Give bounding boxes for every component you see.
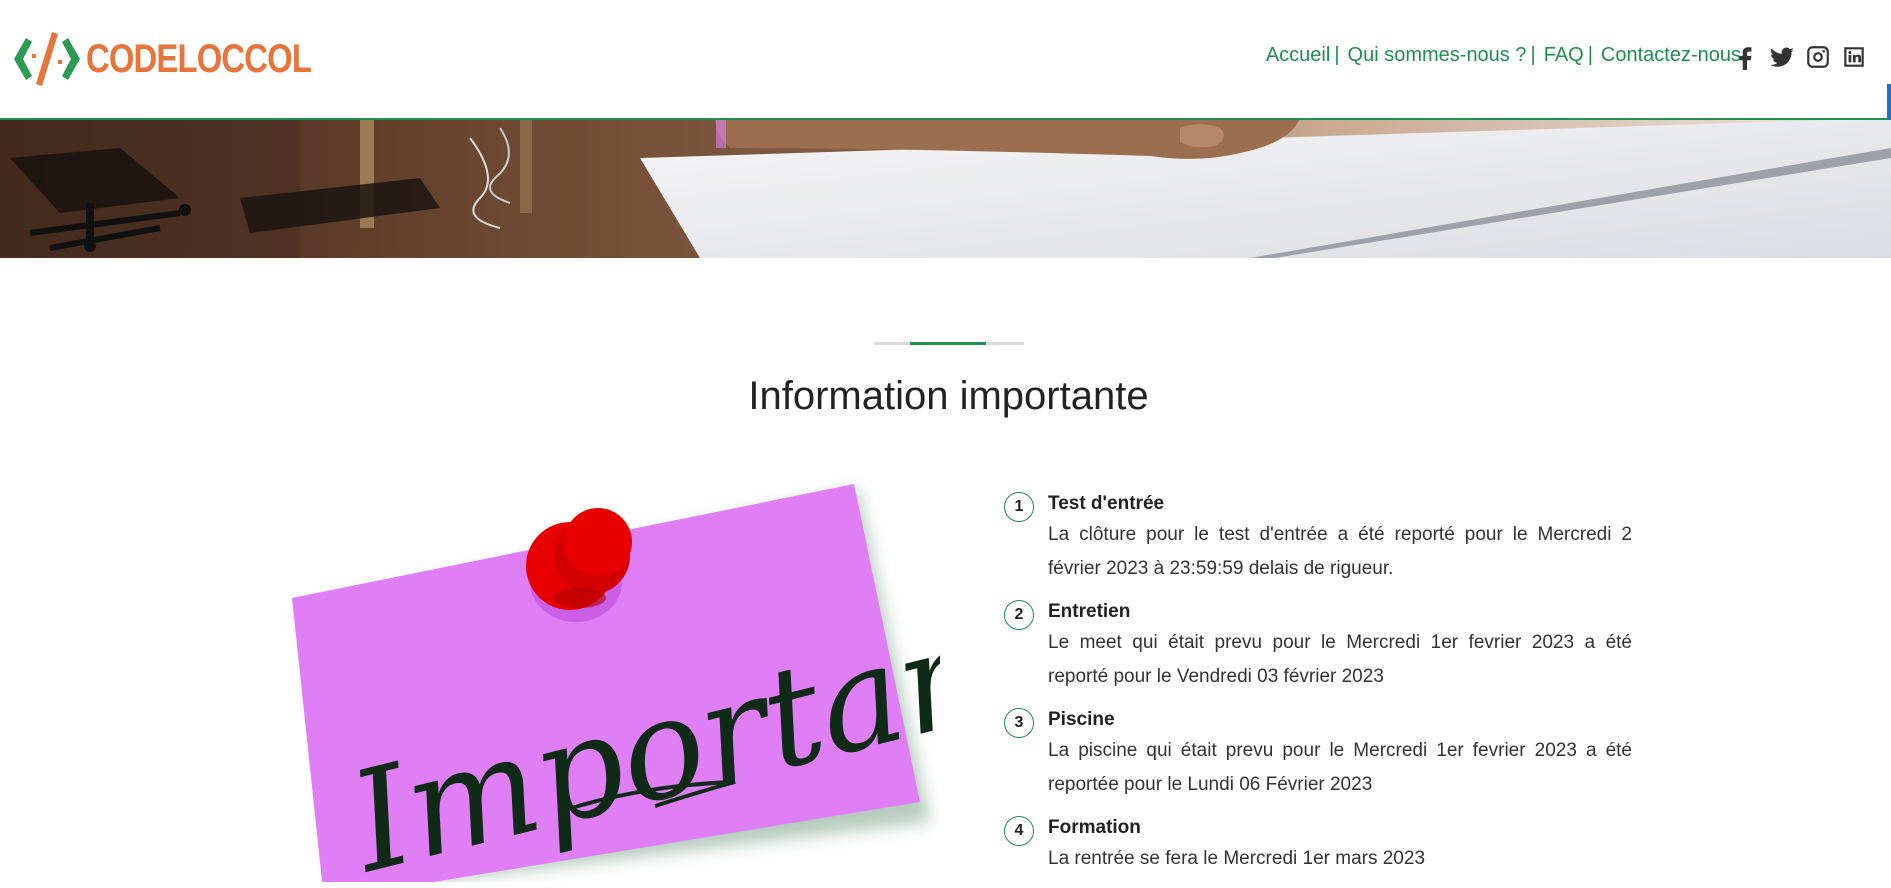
hero-photo	[0, 118, 1891, 258]
info-title: Entretien	[1048, 601, 1131, 622]
nav-separator: |	[1587, 44, 1593, 66]
logo-text: CODELOCCOL	[86, 36, 312, 81]
site-header: CODELOCCOL Accueil | Qui sommes-nous ? |…	[0, 0, 1891, 120]
info-text: La clôture pour le test d'entrée a été r…	[1048, 524, 1632, 579]
info-title: Piscine	[1048, 709, 1115, 730]
info-item-formation: 4 Formation La rentrée se fera le Mercre…	[1002, 814, 1632, 876]
info-title: Test d'entrée	[1048, 493, 1165, 514]
step-number: 1	[1004, 492, 1034, 522]
info-title: Formation	[1048, 817, 1141, 838]
instagram-icon[interactable]	[1805, 44, 1831, 70]
hero-image	[0, 118, 1891, 258]
nav-separator: |	[1334, 44, 1340, 66]
nav-accueil[interactable]: Accueil	[1266, 44, 1330, 67]
nav-separator: |	[1530, 44, 1536, 66]
nav-contactez-nous[interactable]: Contactez-nous	[1601, 44, 1741, 67]
nav-qui-sommes-nous[interactable]: Qui sommes-nous ?	[1348, 44, 1527, 67]
facebook-icon[interactable]	[1733, 44, 1759, 70]
nav-faq[interactable]: FAQ	[1544, 44, 1584, 67]
info-text: La piscine qui était prevu pour le Mercr…	[1048, 740, 1632, 795]
logo-icon	[14, 32, 80, 86]
section-title: Information importante	[748, 374, 1149, 418]
info-list: 1 Test d'entrée La clôture pour le test …	[1002, 490, 1632, 888]
sticky-note-illustration: Important	[292, 484, 1060, 888]
step-number: 2	[1004, 600, 1034, 630]
info-item-entretien: 2 Entretien Le meet qui était prevu pour…	[1002, 598, 1632, 694]
logo[interactable]: CODELOCCOL	[12, 30, 360, 88]
section-divider	[874, 342, 1024, 345]
important-note-image: Important	[280, 470, 1060, 888]
info-text: La rentrée se fera le Mercredi 1er mars …	[1048, 848, 1426, 869]
linkedin-icon[interactable]	[1841, 44, 1867, 70]
step-number: 3	[1004, 708, 1034, 738]
step-number: 4	[1004, 816, 1034, 846]
main-nav: Accueil | Qui sommes-nous ? | FAQ | Cont…	[1266, 44, 1741, 67]
twitter-icon[interactable]	[1769, 44, 1795, 70]
scroll-indicator	[1887, 84, 1891, 120]
info-text: Le meet qui était prevu pour le Mercredi…	[1048, 632, 1632, 687]
info-item-test-entree: 1 Test d'entrée La clôture pour le test …	[1002, 490, 1632, 586]
info-item-piscine: 3 Piscine La piscine qui était prevu pou…	[1002, 706, 1632, 802]
social-links	[1733, 44, 1867, 70]
